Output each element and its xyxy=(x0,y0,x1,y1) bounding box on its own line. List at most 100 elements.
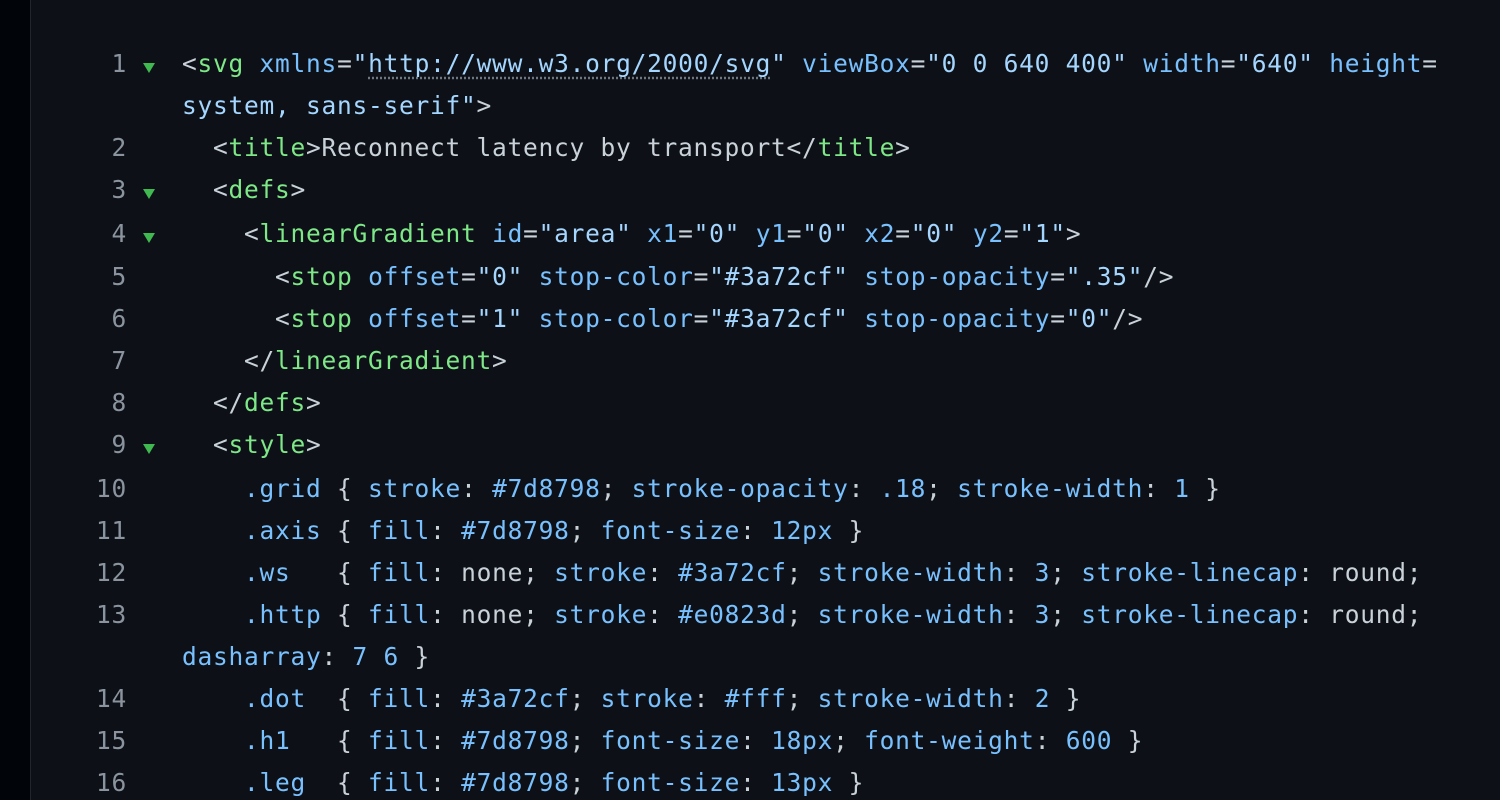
code-token: title xyxy=(228,133,307,162)
code-token: : xyxy=(647,558,679,587)
line-number: 10 xyxy=(95,474,127,503)
code-token: : xyxy=(430,726,462,755)
code-token: 3 xyxy=(1034,558,1051,587)
code-text: </defs> xyxy=(182,382,322,424)
code-token: { xyxy=(290,558,369,587)
code-token: stop xyxy=(290,304,353,333)
code-token: { xyxy=(306,768,369,797)
code-token: < xyxy=(182,49,198,78)
line-number: 4 xyxy=(111,219,127,248)
code-text: .grid { stroke: #7d8798; stroke-opacity:… xyxy=(182,468,1221,510)
code-token: ".35" xyxy=(1065,262,1144,291)
code-token: #7d8798 xyxy=(461,516,570,545)
chevron-down-icon[interactable] xyxy=(139,169,159,211)
code-text: .dot { fill: #3a72cf; stroke: #fff; stro… xyxy=(182,678,1081,720)
code-token: fill xyxy=(368,726,431,755)
code-token: = xyxy=(693,304,710,333)
chevron-down-icon[interactable] xyxy=(139,213,159,255)
code-token: x2 xyxy=(864,219,896,248)
line-number: 9 xyxy=(111,430,127,459)
code-token: font-size xyxy=(600,726,741,755)
code-token: ; xyxy=(786,558,818,587)
code-token: { xyxy=(321,474,369,503)
code-token: stroke xyxy=(554,558,648,587)
code-token: defs xyxy=(228,175,291,204)
code-token: linearGradient xyxy=(275,346,493,375)
code-token: stop-opacity xyxy=(864,262,1051,291)
code-token: "#3a72cf" xyxy=(709,304,849,333)
code-token: viewBox xyxy=(802,49,911,78)
code-token: ; xyxy=(569,516,601,545)
editor-pane[interactable]: 1 <svg xmlns="http://www.w3.org/2000/svg"… xyxy=(31,0,1500,800)
code-text: .leg { fill: #7d8798; font-size: 13px } xyxy=(182,762,864,800)
code-token: : round; xyxy=(1298,600,1423,629)
code-token: : xyxy=(693,684,725,713)
code-token: 7 6 xyxy=(352,642,400,671)
code-token: 18px xyxy=(771,726,834,755)
code-token: = xyxy=(523,219,539,248)
code-token: .leg xyxy=(244,768,307,797)
code-token: offset xyxy=(368,262,462,291)
code-token: #7d8798 xyxy=(492,474,601,503)
code-token: .h1 xyxy=(244,726,291,755)
chevron-down-icon[interactable] xyxy=(139,43,159,85)
chevron-down-icon[interactable] xyxy=(139,424,159,466)
code-text: dasharray: 7 6 } xyxy=(182,636,430,678)
code-token: title xyxy=(817,133,896,162)
code-token: style xyxy=(228,430,307,459)
code-token: width xyxy=(1143,49,1221,78)
code-token: /> xyxy=(1143,262,1175,291)
code-token: #3a72cf xyxy=(678,558,787,587)
code-token: .http xyxy=(244,600,322,629)
code-token: "0" xyxy=(802,219,849,248)
code-token: 3 xyxy=(1034,600,1051,629)
code-token: stroke-width xyxy=(817,600,1004,629)
code-token: #7d8798 xyxy=(461,768,570,797)
code-token: .axis xyxy=(244,516,322,545)
code-token: = xyxy=(1003,219,1020,248)
code-token: ; xyxy=(926,474,958,503)
line-number: 3 xyxy=(111,175,127,204)
code-token: </ xyxy=(213,388,245,417)
code-editor-window: 1 <svg xmlns="http://www.w3.org/2000/svg"… xyxy=(0,0,1500,800)
line-number: 7 xyxy=(111,346,127,375)
code-token: stroke-width xyxy=(817,684,1004,713)
code-token: linearGradient xyxy=(259,219,477,248)
code-token: > xyxy=(290,175,307,204)
code-token: 1 xyxy=(1174,474,1190,503)
code-token: : xyxy=(430,516,462,545)
code-token: #e0823d xyxy=(678,600,787,629)
code-token: "1" xyxy=(476,304,524,333)
code-token: "area" xyxy=(538,219,632,248)
line-number: 13 xyxy=(95,600,127,629)
code-token: { xyxy=(321,516,369,545)
code-token: { xyxy=(321,600,369,629)
code-token: : xyxy=(848,474,880,503)
code-text: <stop offset="0" stop-color="#3a72cf" st… xyxy=(182,256,1174,298)
code-token: : round; xyxy=(1298,558,1423,587)
code-token: = xyxy=(1422,49,1438,78)
code-token: font-size xyxy=(600,768,741,797)
code-token: "0" xyxy=(910,219,958,248)
code-token: } xyxy=(1189,474,1221,503)
code-token: "1" xyxy=(1019,219,1066,248)
code-token: dasharray xyxy=(182,642,322,671)
code-token: height xyxy=(1329,49,1423,78)
code-token: } xyxy=(1050,684,1082,713)
code-token: stop xyxy=(290,262,353,291)
code-token: : xyxy=(740,768,772,797)
